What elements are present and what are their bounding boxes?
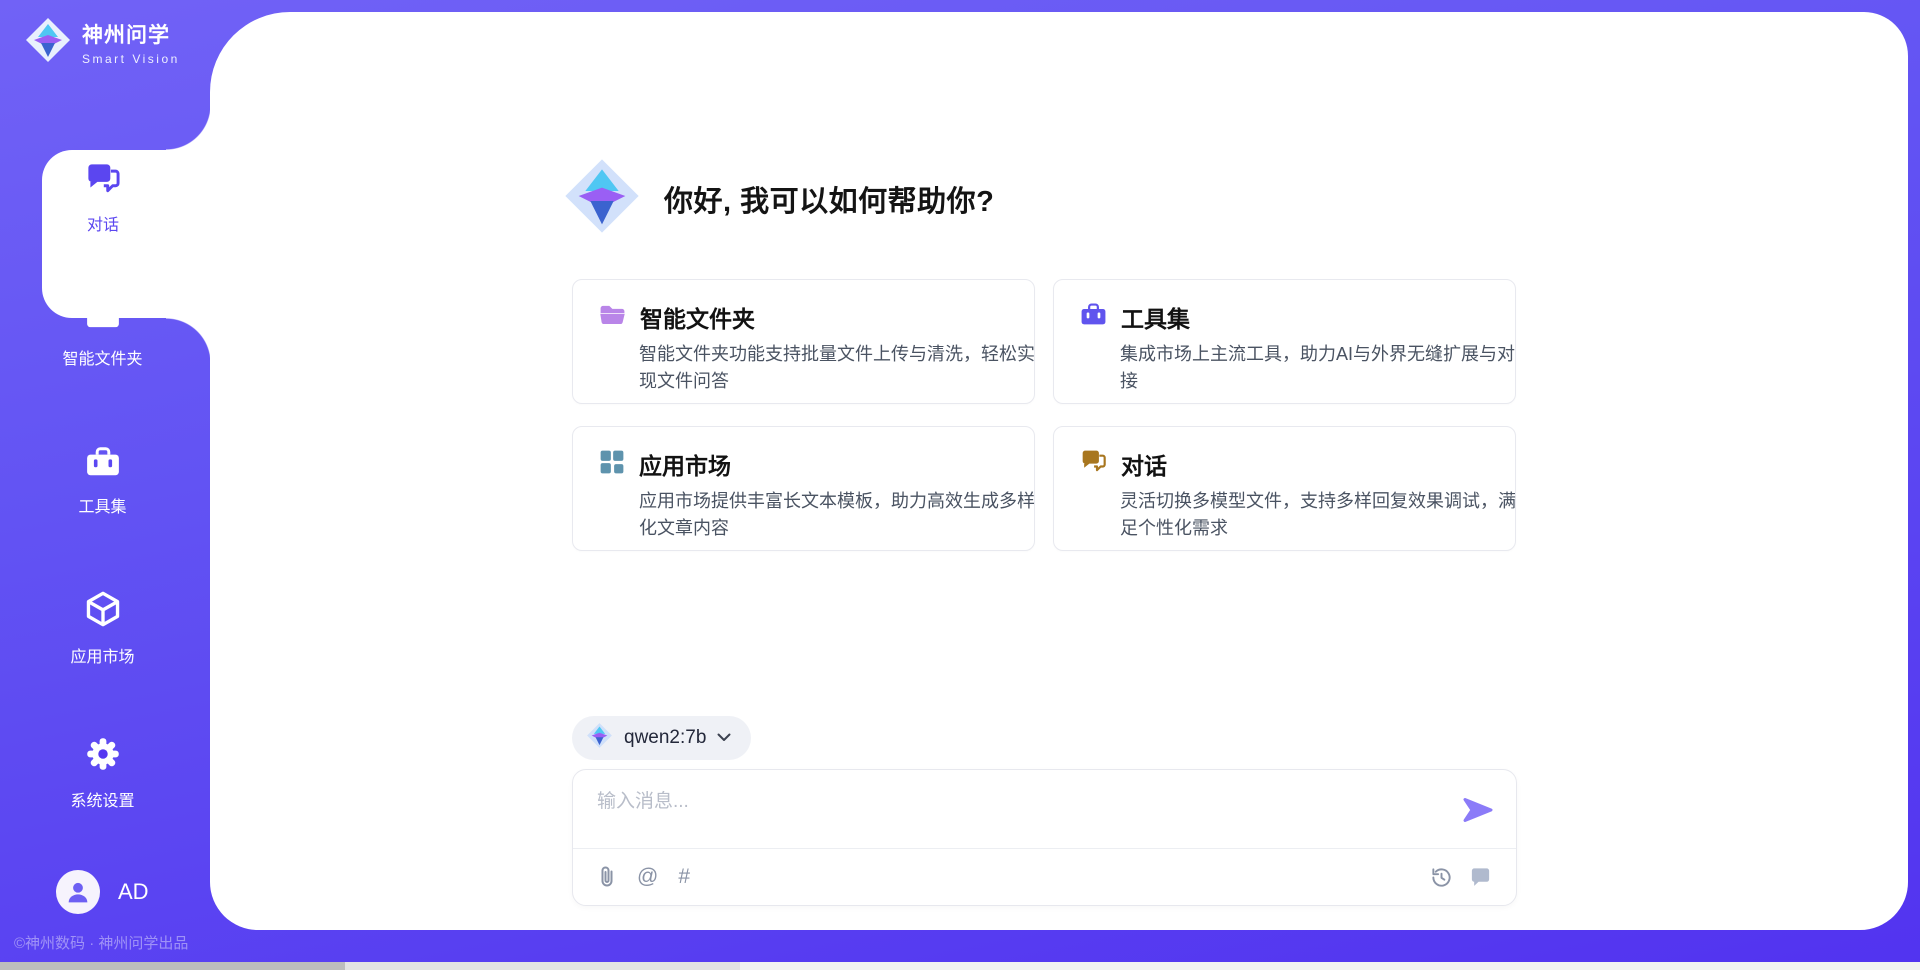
sidebar-item-app-market[interactable]: 应用市场 xyxy=(0,590,205,667)
card-title: 对话 xyxy=(1121,447,1167,481)
sidebar-item-label: 系统设置 xyxy=(70,787,134,811)
chat-icon xyxy=(85,162,121,201)
brand-subtitle: Smart Vision xyxy=(82,52,180,66)
card-description: 应用市场提供丰富长文本模板，助力高效生成多样化文章内容 xyxy=(639,488,1041,542)
card-title: 工具集 xyxy=(1121,300,1190,334)
send-button[interactable] xyxy=(1462,796,1494,824)
message-input[interactable] xyxy=(597,786,1427,840)
sidebar-item-label: 对话 xyxy=(87,211,119,235)
hashtag-icon[interactable]: # xyxy=(678,865,690,889)
sidebar-item-label: 工具集 xyxy=(78,493,126,517)
chat-icon xyxy=(1080,449,1107,479)
brand-name: 神州问学 xyxy=(82,19,180,49)
main-content-panel: 你好, 我可以如何帮助你? 智能文件夹 智能文件夹功能支持批量文件上传与清洗，轻… xyxy=(210,12,1908,930)
card-smart-folder[interactable]: 智能文件夹 智能文件夹功能支持批量文件上传与清洗，轻松实现文件问答 xyxy=(572,279,1035,404)
card-description: 集成市场上主流工具，助力AI与外界无缝扩展与对接 xyxy=(1120,341,1522,395)
model-diamond-logo-icon xyxy=(586,722,613,754)
greeting: 你好, 我可以如何帮助你? xyxy=(562,156,994,241)
model-selector[interactable]: qwen2:7b xyxy=(572,716,751,760)
user-account[interactable]: AD xyxy=(56,870,149,914)
attachment-icon[interactable] xyxy=(597,865,617,889)
toolbox-icon xyxy=(1080,302,1107,332)
sidebar: 神州问学 Smart Vision 对话 智能文件夹 xyxy=(0,0,210,970)
tab-curve-top xyxy=(166,105,211,151)
card-description: 灵活切换多模型文件，支持多样回复效果调试，满足个性化需求 xyxy=(1120,488,1522,542)
toolbox-icon xyxy=(85,446,121,483)
sidebar-item-label: 智能文件夹 xyxy=(62,345,142,369)
sidebar-item-chat[interactable]: 对话 xyxy=(42,162,164,235)
gear-icon xyxy=(85,736,121,777)
sidebar-item-label: 应用市场 xyxy=(70,643,134,667)
card-toolbox[interactable]: 工具集 集成市场上主流工具，助力AI与外界无缝扩展与对接 xyxy=(1053,279,1516,404)
brand-diamond-logo-icon xyxy=(24,16,72,69)
cube-icon xyxy=(84,590,122,633)
scrollbar-thumb[interactable] xyxy=(0,962,345,970)
brand: 神州问学 Smart Vision xyxy=(24,16,180,69)
card-title: 智能文件夹 xyxy=(640,300,755,334)
composer-toolbar: @ # xyxy=(597,848,1492,906)
copyright-footer: ©神州数码 · 神州问学出品 xyxy=(14,932,188,953)
chevron-down-icon xyxy=(717,729,731,747)
card-chat[interactable]: 对话 灵活切换多模型文件，支持多样回复效果调试，满足个性化需求 xyxy=(1053,426,1516,551)
app-grid-icon xyxy=(599,449,625,480)
user-name: AD xyxy=(118,879,149,905)
greeting-title: 你好, 我可以如何帮助你? xyxy=(664,178,994,220)
chat-bubble-icon[interactable] xyxy=(1469,866,1492,888)
mention-icon[interactable]: @ xyxy=(637,865,658,889)
history-icon[interactable] xyxy=(1430,866,1453,889)
card-app-market[interactable]: 应用市场 应用市场提供丰富长文本模板，助力高效生成多样化文章内容 xyxy=(572,426,1035,551)
feature-cards: 智能文件夹 智能文件夹功能支持批量文件上传与清洗，轻松实现文件问答 工具集 集成… xyxy=(572,279,1516,551)
sidebar-item-toolbox[interactable]: 工具集 xyxy=(0,446,205,517)
model-name: qwen2:7b xyxy=(624,727,706,749)
folder-icon xyxy=(85,300,121,335)
sidebar-item-smart-folder[interactable]: 智能文件夹 xyxy=(0,300,205,369)
card-title: 应用市场 xyxy=(639,447,731,481)
card-description: 智能文件夹功能支持批量文件上传与清洗，轻松实现文件问答 xyxy=(639,341,1041,395)
message-composer: @ # xyxy=(572,769,1517,906)
scrollbar-track-segment xyxy=(345,962,740,970)
horizontal-scrollbar[interactable] xyxy=(0,962,1920,970)
folder-icon xyxy=(599,303,626,332)
greeting-diamond-logo-icon xyxy=(562,156,642,241)
user-avatar xyxy=(56,870,100,914)
sidebar-item-settings[interactable]: 系统设置 xyxy=(0,736,205,811)
